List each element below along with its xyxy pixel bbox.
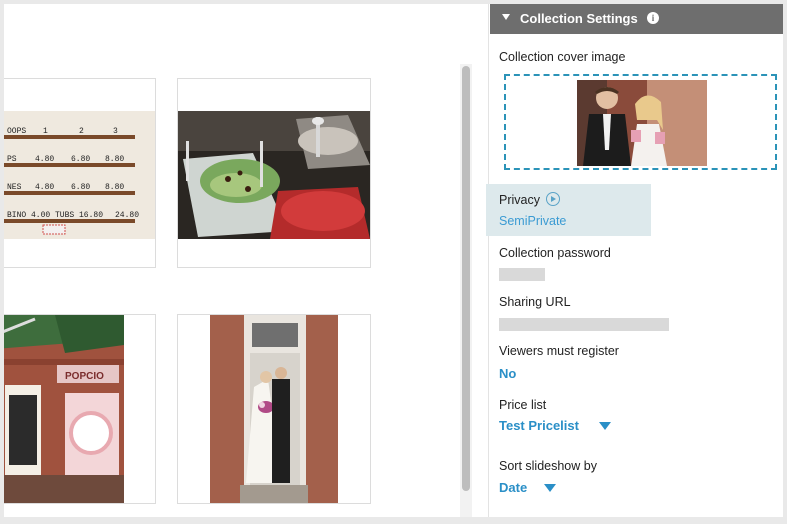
- menu-row-2-col2: 6.80: [71, 155, 90, 164]
- menu-row-3-col2: 6.80: [71, 183, 90, 192]
- cover-image-label: Collection cover image: [499, 50, 626, 64]
- storefront-photo: POPCIO: [4, 315, 124, 503]
- sharing-url-field[interactable]: [499, 318, 669, 331]
- privacy-setting[interactable]: Privacy SemiPrivate: [486, 184, 651, 236]
- photo-gallery: OOPS 1 2 3 PS 4.80 6.80 8.80 NES 4.80 6.…: [4, 4, 461, 517]
- app-frame: OOPS 1 2 3 PS 4.80 6.80 8.80 NES 4.80 6.…: [4, 4, 783, 517]
- menu-row-2-label: PS: [7, 155, 17, 164]
- wedding-doorway-photo: [210, 315, 338, 503]
- menu-row-2-col1: 4.80: [35, 155, 54, 164]
- ice-cream-photo: [178, 111, 370, 239]
- menu-row-3-col1: 4.80: [35, 183, 54, 192]
- menu-row-1-label: OOPS: [7, 127, 26, 136]
- price-list-label: Price list: [499, 398, 547, 412]
- menu-row-1-col1: 1: [43, 127, 48, 136]
- photo-card[interactable]: [177, 78, 371, 268]
- gallery-scrollbar-thumb[interactable]: [462, 66, 470, 491]
- menu-row-4-label: BINO 4.00: [7, 211, 50, 220]
- cover-image-thumbnail[interactable]: [577, 80, 707, 166]
- viewers-register-label: Viewers must register: [499, 344, 619, 358]
- menu-row-1-col3: 3: [113, 127, 118, 136]
- sort-slideshow-label: Sort slideshow by: [499, 459, 597, 473]
- price-list-dropdown[interactable]: Test Pricelist: [499, 418, 579, 433]
- viewers-register-value[interactable]: No: [499, 366, 516, 381]
- collection-settings-header[interactable]: Collection Settings i: [490, 4, 783, 34]
- storefront-image: POPCIO: [4, 315, 124, 503]
- price-list-chevron-down-icon[interactable]: [599, 422, 611, 430]
- photo-card[interactable]: [177, 314, 371, 504]
- cover-couple-image: [577, 80, 707, 166]
- privacy-label: Privacy: [499, 193, 540, 207]
- collection-password-field[interactable]: [499, 268, 545, 281]
- menu-board-photo: OOPS 1 2 3 PS 4.80 6.80 8.80 NES 4.80 6.…: [4, 111, 155, 239]
- collection-password-label: Collection password: [499, 246, 611, 260]
- menu-row-2-col3: 8.80: [105, 155, 124, 164]
- panel-title: Collection Settings: [520, 11, 638, 26]
- info-icon[interactable]: i: [647, 12, 659, 24]
- ice-cream-image: [178, 111, 370, 239]
- wedding-doorway-image: [210, 315, 338, 503]
- sort-slideshow-chevron-down-icon[interactable]: [544, 484, 556, 492]
- menu-row-3-col3: 8.80: [105, 183, 124, 192]
- menu-board-image: OOPS 1 2 3 PS 4.80 6.80 8.80 NES 4.80 6.…: [4, 111, 155, 239]
- photo-card[interactable]: OOPS 1 2 3 PS 4.80 6.80 8.80 NES 4.80 6.…: [4, 78, 156, 268]
- menu-row-4-col2: 24.80: [115, 211, 139, 220]
- sort-slideshow-dropdown[interactable]: Date: [499, 480, 527, 495]
- panel-divider: [488, 4, 489, 517]
- privacy-value[interactable]: SemiPrivate: [499, 214, 566, 228]
- sharing-url-label: Sharing URL: [499, 295, 571, 309]
- play-circle-icon[interactable]: [546, 192, 560, 206]
- storefront-sign-text: POPCIO: [65, 371, 104, 382]
- menu-row-3-label: NES: [7, 183, 22, 192]
- menu-row-4-col1: TUBS 16.80: [55, 211, 103, 220]
- collection-settings-panel: Collection Settings i Collection cover i…: [486, 4, 783, 517]
- menu-row-1-col2: 2: [79, 127, 84, 136]
- photo-card[interactable]: POPCIO: [4, 314, 156, 504]
- collapse-caret-icon[interactable]: [502, 14, 510, 20]
